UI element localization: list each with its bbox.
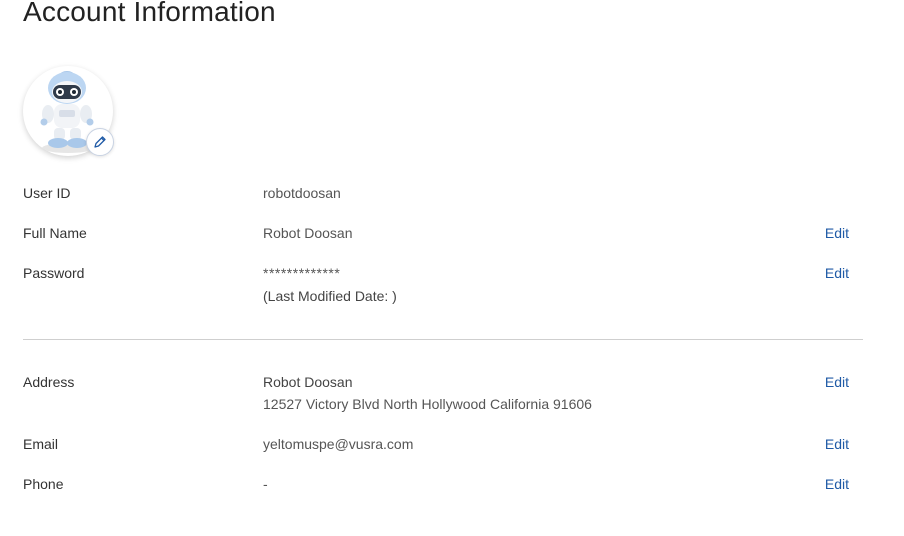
email-value: yeltomuspe@vusra.com [263,436,414,452]
email-edit-link[interactable]: Edit [825,433,849,455]
page-title: Account Information [23,0,276,27]
phone-edit-link[interactable]: Edit [825,473,849,495]
address-label: Address [23,374,75,390]
profile-avatar-container [23,66,114,156]
section-divider [23,339,863,340]
address-name: Robot Doosan [263,374,353,390]
password-last-modified: (Last Modified Date: ) [263,288,397,304]
user-id-value: robotdoosan [263,185,341,201]
avatar-edit-button[interactable] [86,128,114,156]
user-id-label: User ID [23,185,71,201]
password-value: ************* [263,265,341,281]
address-row: Address Robot Doosan 12527 Victory Blvd … [23,371,849,417]
pencil-icon [94,136,106,148]
phone-value: - [263,476,268,492]
address-edit-link[interactable]: Edit [825,371,849,393]
password-row: Password ************* (Last Modified Da… [23,262,849,308]
full-name-value: Robot Doosan [263,225,353,241]
address-line: 12527 Victory Blvd North Hollywood Calif… [263,396,592,412]
phone-label: Phone [23,476,64,492]
password-edit-link[interactable]: Edit [825,262,849,284]
full-name-label: Full Name [23,225,87,241]
full-name-edit-link[interactable]: Edit [825,222,849,244]
email-label: Email [23,436,59,452]
password-label: Password [23,265,85,281]
